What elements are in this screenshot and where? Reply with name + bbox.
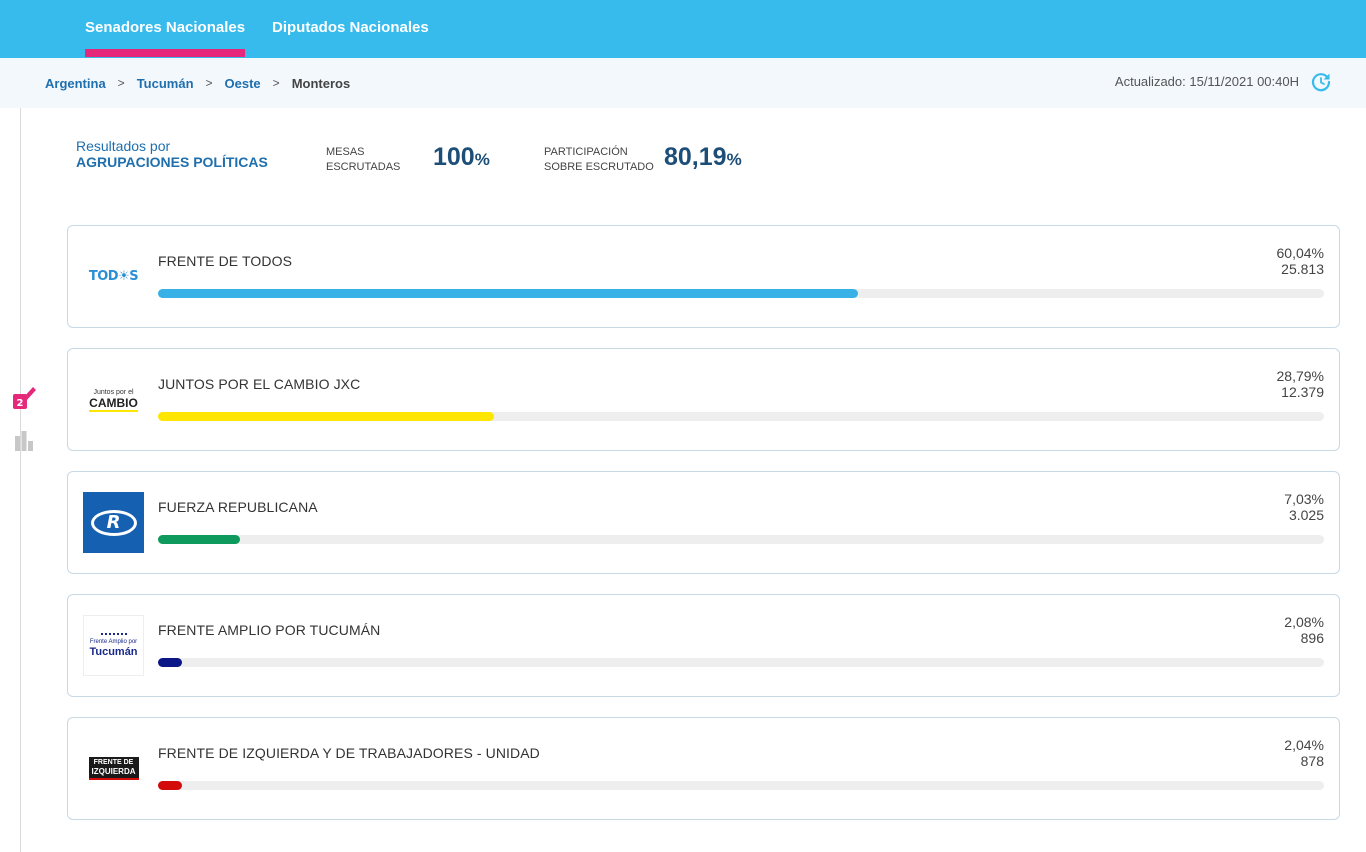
party-logo-dots	[100, 633, 127, 635]
party-logo-frente-de-todos: TOD☀S	[83, 246, 144, 307]
participacion-label-line1: PARTICIPACIÓN	[544, 146, 628, 158]
progress-track	[158, 412, 1324, 421]
party-votes: 12.379	[1281, 384, 1324, 400]
party-card-frente-de-izquierda[interactable]: FRENTE DE IZQUIERDA FRENTE DE IZQUIERDA …	[67, 717, 1340, 820]
party-name: FRENTE AMPLIO POR TUCUMÁN	[158, 622, 381, 638]
party-logo-text-1: FRENTE DE	[93, 759, 134, 766]
party-votes: 25.813	[1281, 261, 1324, 277]
party-logo-juntos-por-el-cambio: Juntos por el CAMBIO	[83, 369, 144, 430]
mesas-value-number: 100	[433, 143, 475, 171]
party-card-frente-amplio-por-tucuman[interactable]: Frente Amplio por Tucumán FRENTE AMPLIO …	[67, 594, 1340, 697]
party-logo-text: R	[106, 512, 121, 533]
refresh-icon[interactable]	[1310, 71, 1332, 93]
party-logo-box: FRENTE DE IZQUIERDA	[88, 757, 139, 780]
results-by-line1: Resultados por	[76, 138, 171, 154]
mesas-label-line2: ESCRUTADAS	[326, 161, 401, 173]
breadcrumb-separator: >	[117, 76, 125, 90]
mesas-value-unit: %	[474, 150, 490, 169]
breadcrumb-item-oeste[interactable]: Oeste	[225, 76, 261, 91]
party-percentage: 60,04%	[1276, 245, 1324, 261]
party-name: FRENTE DE IZQUIERDA Y DE TRABAJADORES - …	[158, 745, 540, 761]
top-nav-bar: Senadores Nacionales Diputados Nacionale…	[0, 0, 1366, 58]
active-tab-indicator	[85, 49, 246, 57]
progress-track	[158, 289, 1324, 298]
progress-bar	[158, 412, 494, 421]
tab-label: Diputados Nacionales	[272, 19, 429, 36]
party-votes: 3.025	[1288, 507, 1324, 523]
party-name: FRENTE DE TODOS	[158, 253, 293, 269]
progress-bar	[158, 289, 859, 298]
progress-track	[158, 781, 1324, 790]
party-logo-frente-de-izquierda: FRENTE DE IZQUIERDA	[83, 738, 144, 799]
breadcrumb-item-tucuman[interactable]: Tucumán	[137, 76, 194, 91]
sidebar-divider	[20, 108, 21, 852]
party-logo-text-2: IZQUIERDA	[91, 767, 136, 776]
breadcrumb-separator: >	[272, 76, 280, 90]
progress-track	[158, 535, 1324, 544]
ballot-box-icon[interactable]: 2	[11, 384, 37, 412]
party-card-frente-de-todos[interactable]: TOD☀S FRENTE DE TODOS 60,04% 25.813	[67, 225, 1340, 328]
breadcrumb-bar: Argentina > Tucumán > Oeste > Monteros A…	[0, 58, 1366, 108]
progress-bar	[158, 535, 240, 544]
party-votes: 878	[1300, 753, 1324, 769]
party-percentage: 28,79%	[1276, 368, 1324, 384]
breadcrumb-item-argentina[interactable]: Argentina	[45, 76, 106, 91]
progress-track	[158, 658, 1324, 667]
progress-bar	[158, 658, 183, 667]
results-by-line2: AGRUPACIONES POLÍTICAS	[76, 154, 268, 170]
party-name: FUERZA REPUBLICANA	[158, 499, 318, 515]
mesas-escrutadas-value: 100%	[433, 143, 490, 172]
tab-label: Senadores Nacionales	[85, 19, 246, 36]
party-logo-fuerza-republicana: R	[83, 492, 144, 553]
party-logo-text-1: Frente Amplio por	[89, 639, 138, 645]
party-logo-text-2: Tucumán	[89, 646, 138, 658]
breadcrumb: Argentina > Tucumán > Oeste > Monteros	[45, 58, 350, 108]
svg-text:2: 2	[17, 398, 24, 409]
party-percentage: 2,08%	[1284, 614, 1324, 630]
breadcrumb-separator: >	[205, 76, 213, 90]
participacion-value: 80,19%	[664, 143, 742, 172]
results-by-label: Resultados por AGRUPACIONES POLÍTICAS	[76, 138, 268, 170]
party-card-juntos-por-el-cambio[interactable]: Juntos por el CAMBIO JUNTOS POR EL CAMBI…	[67, 348, 1340, 451]
mesas-label-line1: MESAS	[326, 146, 365, 158]
party-logo-frente-amplio-por-tucuman: Frente Amplio por Tucumán	[83, 615, 144, 676]
participacion-label: PARTICIPACIÓN SOBRE ESCRUTADO	[544, 145, 654, 175]
tab-diputados-nacionales[interactable]: Diputados Nacionales	[272, 0, 429, 58]
participacion-label-line2: SOBRE ESCRUTADO	[544, 161, 654, 173]
party-percentage: 7,03%	[1284, 491, 1324, 507]
party-percentage: 2,04%	[1284, 737, 1324, 753]
party-logo-text: TOD☀S	[88, 269, 139, 284]
participacion-value-unit: %	[726, 150, 742, 169]
progress-bar	[158, 781, 182, 790]
party-logo-ring: R	[90, 509, 137, 536]
breadcrumb-item-monteros: Monteros	[291, 75, 351, 91]
participacion-value-number: 80,19	[664, 143, 727, 171]
bar-chart-icon[interactable]	[14, 430, 34, 452]
tab-senadores-nacionales[interactable]: Senadores Nacionales	[85, 0, 246, 58]
party-logo-text-2: CAMBIO	[89, 395, 138, 412]
party-name: JUNTOS POR EL CAMBIO JXC	[158, 376, 361, 392]
updated-timestamp: Actualizado: 15/11/2021 00:40H	[1114, 74, 1299, 89]
party-card-fuerza-republicana[interactable]: R FUERZA REPUBLICANA 7,03% 3.025	[67, 471, 1340, 574]
mesas-escrutadas-label: MESAS ESCRUTADAS	[326, 145, 400, 175]
party-votes: 896	[1300, 630, 1324, 646]
